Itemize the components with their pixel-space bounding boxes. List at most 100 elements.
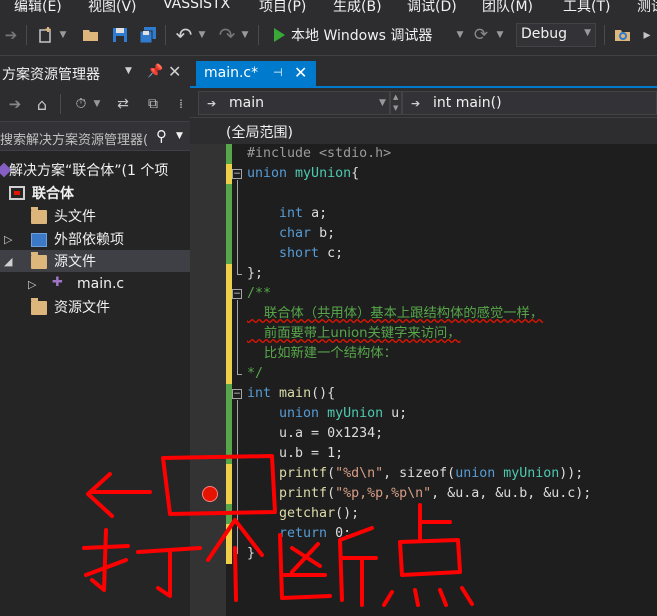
collapse-region-icon[interactable]: − <box>232 169 242 179</box>
code-line[interactable]: /** <box>247 284 271 304</box>
code-line[interactable]: short c; <box>247 244 343 264</box>
solution-search-input[interactable]: 搜索解决方案资源管理器( ⚲ ▼ <box>0 121 190 151</box>
refresh-dropdown-icon[interactable]: ▼ <box>495 24 505 46</box>
refresh-icon[interactable]: ⟳ <box>470 24 492 46</box>
history-icon[interactable]: ⏱ <box>70 93 92 115</box>
breakpoint-icon[interactable] <box>202 486 218 502</box>
tree-item-label: 联合体 <box>32 186 74 202</box>
code-line[interactable]: printf("%d\n", sizeof(union myUnion)); <box>247 464 583 484</box>
code-token: , sizeof( <box>383 466 456 481</box>
solution-explorer-panel: 方案资源管理器 ▼ 📌 ✕ ➔ ⌂ ⏱ ▼ ⇄ ⧉ ⁞ 搜索解决方案资源管理器(… <box>0 57 190 616</box>
new-project-dropdown-icon[interactable]: ▼ <box>58 24 68 46</box>
tree-item-external-deps[interactable]: ▷ 外部依赖项 <box>0 228 190 250</box>
code-token: a; <box>303 206 328 221</box>
toolbar-overflow-icon[interactable]: ▸ <box>636 24 657 46</box>
forward-icon[interactable]: ➔ <box>4 93 26 115</box>
tree-item-label: 资源文件 <box>54 300 110 316</box>
expand-arrow-icon[interactable]: ▷ <box>28 278 36 291</box>
code-token: ( <box>327 466 336 481</box>
search-icon[interactable]: ⚲ <box>156 127 167 145</box>
pin-icon[interactable]: 📌 <box>147 64 163 79</box>
code-line[interactable]: union myUnion{ <box>247 164 359 184</box>
code-line[interactable]: 比如新建一个结构体： <box>247 344 397 364</box>
code-line[interactable]: }; <box>247 264 263 284</box>
open-file-icon[interactable] <box>80 24 102 46</box>
code-token: (); <box>335 506 360 521</box>
code-line[interactable]: u.a = 0x1234; <box>247 424 383 444</box>
menu-project[interactable]: 项目(P) <box>259 0 306 16</box>
nav-right-value: int main() <box>433 95 502 111</box>
solution-config-select[interactable]: Debug ▼ <box>516 23 596 47</box>
code-line[interactable]: */ <box>247 364 263 384</box>
folder-icon <box>31 298 47 315</box>
home-icon[interactable]: ⌂ <box>31 93 53 115</box>
menu-team[interactable]: 团队(M) <box>482 0 533 16</box>
menu-test[interactable]: 测试 <box>637 0 657 16</box>
code-token: return <box>279 526 328 541</box>
code-line[interactable]: } <box>247 544 255 564</box>
code-line[interactable]: int main(){ <box>247 384 335 404</box>
close-icon[interactable]: ✕ <box>168 62 181 81</box>
tree-item-solution[interactable]: 解决方案“联合体”(1 个项 <box>0 159 190 181</box>
code-line[interactable]: return 0; <box>247 524 351 544</box>
tree-item-main-c[interactable]: ▷ ✚ main.c <box>0 273 190 295</box>
code-line[interactable]: char b; <box>247 224 335 244</box>
redo-dropdown-icon[interactable]: ▼ <box>240 24 250 46</box>
code-line[interactable]: u.b = 1; <box>247 444 343 464</box>
scope-nav-select[interactable]: ➔ main ▼ <box>198 91 390 115</box>
tab-main-c[interactable]: main.c* ⊣ ✕ <box>196 61 316 88</box>
code-line[interactable]: #include <stdio.h> <box>247 144 391 164</box>
navigate-back-icon[interactable]: ➔ <box>0 24 22 46</box>
expand-arrow-icon[interactable]: ▷ <box>4 233 12 246</box>
code-line[interactable]: int a; <box>247 204 327 224</box>
start-debugging-button[interactable]: 本地 Windows 调试器 <box>274 24 432 46</box>
save-icon[interactable] <box>109 24 131 46</box>
tree-item-resource-files[interactable]: 资源文件 <box>0 296 190 318</box>
close-icon[interactable]: ✕ <box>294 63 307 82</box>
save-all-icon[interactable] <box>137 24 159 46</box>
nav-splitter[interactable]: ▲ ▼ <box>390 91 402 115</box>
find-in-files-icon[interactable] <box>612 24 634 46</box>
sync-icon[interactable]: ⇄ <box>112 93 134 115</box>
redo-icon[interactable]: ↷ <box>216 23 238 47</box>
code-token: #include <stdio.h> <box>247 146 392 161</box>
collapse-all-icon[interactable]: ⧉ <box>142 93 164 115</box>
code-line[interactable]: getchar(); <box>247 504 359 524</box>
editor-tab-bar: main.c* ⊣ ✕ <box>190 57 657 88</box>
breakpoint-gutter[interactable] <box>190 144 226 616</box>
code-line[interactable]: 联合体（共用体）基本上跟结构体的感觉一样， <box>247 304 543 324</box>
menu-view[interactable]: 视图(V) <box>88 0 137 16</box>
search-options-dropdown-icon[interactable]: ▼ <box>176 131 183 141</box>
search-placeholder: 搜索解决方案资源管理器( <box>0 133 149 148</box>
member-nav-select[interactable]: ➔ int main() <box>402 91 657 115</box>
undo-dropdown-icon[interactable]: ▼ <box>197 24 207 46</box>
debugger-dropdown-icon[interactable]: ▼ <box>455 24 465 46</box>
code-line[interactable]: union myUnion u; <box>247 404 407 424</box>
menu-vassistx[interactable]: VASSISTX <box>163 0 230 12</box>
code-token: c; <box>319 246 344 261</box>
new-project-icon[interactable] <box>35 24 57 46</box>
undo-icon[interactable]: ↶ <box>173 23 195 47</box>
tree-item-source-files[interactable]: ◢ 源文件 <box>0 250 190 272</box>
code-token: 0; <box>327 526 352 541</box>
tree-item-project[interactable]: 联合体 <box>0 182 190 204</box>
history-dropdown-icon[interactable]: ▼ <box>92 93 102 115</box>
code-token: u.b = 1; <box>279 446 344 461</box>
pin-icon[interactable]: ⊣ <box>273 66 283 79</box>
collapse-region-icon[interactable]: − <box>232 289 242 299</box>
code-token: union <box>247 166 288 181</box>
overflow-icon[interactable]: ⁞ <box>170 93 192 115</box>
menu-tools[interactable]: 工具(T) <box>563 0 610 16</box>
change-marker <box>226 184 232 264</box>
run-label: 本地 Windows 调试器 <box>291 28 433 44</box>
menu-edit[interactable]: 编辑(E) <box>14 0 62 16</box>
collapse-arrow-icon[interactable]: ◢ <box>4 255 12 268</box>
menu-build[interactable]: 生成(B) <box>333 0 382 16</box>
tree-item-header-files[interactable]: 头文件 <box>0 205 190 227</box>
code-line[interactable]: 前面要带上union关键字来访问， <box>247 324 461 344</box>
code-editor[interactable]: − − − #include <stdio.h> union myUnion{ … <box>190 144 657 616</box>
code-line[interactable]: printf("%p,%p,%p\n", &u.a, &u.b, &u.c); <box>247 484 591 504</box>
window-position-dropdown-icon[interactable]: ▼ <box>125 66 132 76</box>
menu-debug[interactable]: 调试(D) <box>407 0 457 16</box>
collapse-region-icon[interactable]: − <box>232 389 242 399</box>
